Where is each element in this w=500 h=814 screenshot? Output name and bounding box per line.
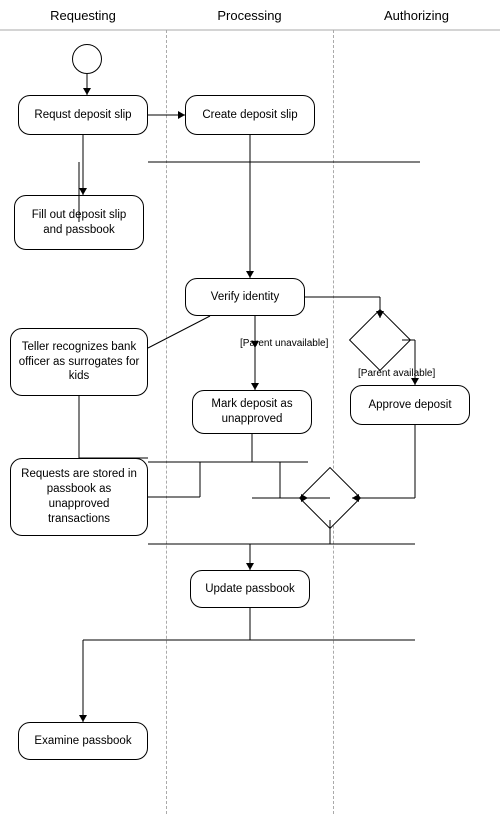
teller-recognizes: Teller recognizes bank officer as surrog… xyxy=(10,328,148,396)
examine-passbook: Examine passbook xyxy=(18,722,148,760)
start-circle xyxy=(72,44,102,74)
update-passbook: Update passbook xyxy=(190,570,310,608)
mark-unapproved: Mark deposit as unapproved xyxy=(192,390,312,434)
diamond-merge xyxy=(308,476,352,520)
request-deposit-slip: Requst deposit slip xyxy=(18,95,148,135)
create-deposit-slip: Create deposit slip xyxy=(185,95,315,135)
divider-2 xyxy=(333,30,334,814)
label-parent-unavailable: [Parent unavailable] xyxy=(240,338,328,349)
approve-deposit: Approve deposit xyxy=(350,385,470,425)
requests-stored: Requests are stored in passbook as unapp… xyxy=(10,458,148,536)
fill-out-slip: Fill out deposit slip and passbook xyxy=(14,195,144,250)
lane-authorizing: Authorizing xyxy=(333,8,500,23)
verify-identity: Verify identity xyxy=(185,278,305,316)
diamond-parent-check xyxy=(358,318,402,362)
diagram-container: Requesting Processing Authorizing Requst… xyxy=(0,0,500,814)
label-parent-available: [Parent available] xyxy=(358,368,435,379)
lane-requesting: Requesting xyxy=(0,8,166,23)
divider-1 xyxy=(166,30,167,814)
lane-processing: Processing xyxy=(166,8,333,23)
